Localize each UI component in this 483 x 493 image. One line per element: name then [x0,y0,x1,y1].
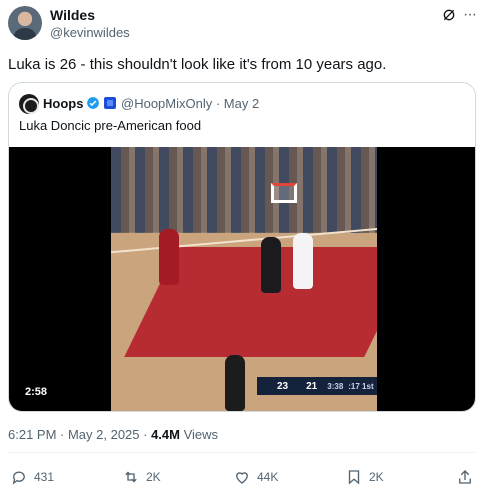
video-player[interactable]: 23 21 3:38 :17 1st 2:58 [9,147,475,411]
views-label: Views [179,427,219,442]
views-count: 4.4M [151,427,180,442]
bookmark-count: 2K [369,470,384,484]
repost-button[interactable]: 2K [122,468,161,486]
tweet-text: Luka is 26 - this shouldn't look like it… [8,56,387,73]
quoted-handle-date[interactable]: @HoopMixOnly · May 2 [121,96,259,111]
heart-icon [236,472,248,484]
like-count: 44K [257,470,279,484]
quoted-tweet-text: Luka Doncic pre-American food [19,118,202,133]
divider [8,452,476,453]
repost-icon [125,471,137,483]
author-handle[interactable]: @kevinwildes [50,25,130,40]
repost-count: 2K [146,470,161,484]
more-options-icon[interactable]: ··· [463,6,477,24]
player-rockets-1 [159,229,179,285]
player-mavericks [293,233,313,289]
verified-badge-icon [87,97,99,109]
bookmark-button[interactable]: 2K [345,468,384,486]
video-duration: 2:58 [25,386,48,398]
tweet-timestamp[interactable]: 6:21 PM · May 2, 2025 · 4.4M Views [8,427,218,442]
game-scoreboard: 23 21 3:38 :17 1st [257,377,377,395]
grok-icon[interactable] [441,7,457,23]
share-icon [459,470,471,484]
score-hou: 21 [306,380,318,392]
video-frame: 23 21 3:38 :17 1st [111,147,377,411]
reply-count: 431 [34,470,55,484]
quoted-avatar[interactable] [19,94,39,114]
like-button[interactable]: 44K [233,468,278,486]
affiliation-badge-icon [104,97,116,109]
game-clock: 3:38 [327,381,344,391]
quoted-author-name[interactable]: Hoops [43,96,83,111]
referee [225,355,245,411]
reply-button[interactable]: 431 [10,468,54,486]
basketball-hoop [271,183,297,203]
author-name[interactable]: Wildes [50,7,95,23]
player-rockets-2 [261,237,281,293]
shot-clock-period: :17 1st [348,381,374,391]
time-date[interactable]: 6:21 PM · May 2, 2025 · [8,427,151,442]
arena-crowd [111,147,377,233]
score-dal: 23 [277,380,289,392]
quoted-tweet-card[interactable]: Hoops @HoopMixOnly · May 2 Luka Doncic p… [8,82,476,412]
author-avatar[interactable] [8,6,42,40]
bookmark-icon [348,470,360,485]
share-button[interactable] [456,468,480,486]
reply-icon [12,471,25,485]
